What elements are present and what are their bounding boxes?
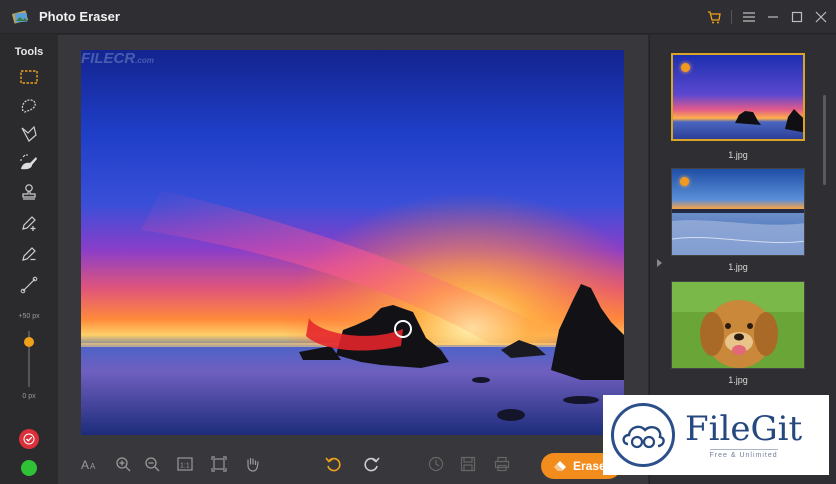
thumbnail-2[interactable]	[671, 168, 805, 256]
print-icon[interactable]	[493, 455, 511, 473]
thumbnail-label: 1.jpg	[728, 150, 748, 160]
fit-icon[interactable]	[210, 455, 228, 473]
save-icon[interactable]	[459, 455, 477, 473]
divider	[731, 10, 732, 24]
text-size-icon[interactable]: AA	[81, 455, 99, 473]
svg-text:1:1: 1:1	[180, 463, 190, 470]
thumbnail-1[interactable]	[671, 53, 805, 141]
minimize-icon[interactable]	[766, 10, 780, 24]
thumbnail-scrollbar[interactable]	[823, 95, 826, 185]
status-dot	[680, 177, 689, 186]
hand-icon[interactable]	[243, 455, 261, 473]
close-icon[interactable]	[814, 10, 828, 24]
filegit-text: FileGit Free & Unlimited	[685, 411, 802, 459]
tools-label: Tools	[14, 46, 44, 58]
window-controls	[707, 0, 828, 34]
stamp-icon[interactable]	[19, 182, 39, 202]
canvas-area: FILECR.com AA 1:1 Erase	[58, 35, 648, 484]
watermark: FILECR.com	[81, 50, 154, 67]
brush-size-slider-thumb[interactable]	[24, 337, 34, 348]
app-logo-icon	[11, 9, 31, 25]
filegit-logo-icon	[611, 403, 675, 467]
zoom-out-icon[interactable]	[143, 455, 161, 473]
title-bar: Photo Eraser	[0, 0, 836, 34]
redo-icon[interactable]	[363, 455, 381, 473]
zoom-in-icon[interactable]	[114, 455, 132, 473]
maximize-icon[interactable]	[790, 10, 804, 24]
erase-button-label: Erase	[573, 459, 606, 473]
filegit-badge: FileGit Free & Unlimited	[603, 395, 829, 475]
confirm-button[interactable]	[19, 429, 39, 449]
check-icon	[23, 433, 35, 445]
tools-panel: Tools +50 px 0 px	[0, 35, 58, 484]
undo-icon[interactable]	[324, 455, 342, 473]
lasso-icon[interactable]	[19, 97, 39, 117]
bottom-toolbar: AA 1:1 Erase	[58, 440, 648, 484]
polygon-lasso-icon[interactable]	[19, 124, 39, 144]
actual-size-icon[interactable]: 1:1	[176, 455, 194, 473]
main-photo[interactable]: FILECR.com	[81, 50, 624, 435]
app-title: Photo Eraser	[39, 9, 120, 24]
svg-text:A: A	[81, 458, 89, 471]
filegit-tagline: Free & Unlimited	[709, 449, 778, 459]
brush-minus-icon[interactable]	[19, 244, 39, 264]
rectangle-select-icon[interactable]	[19, 67, 39, 87]
thumbnail-label: 1.jpg	[728, 262, 748, 272]
brush-size-max-label: +50 px	[18, 313, 40, 320]
svg-text:A: A	[90, 462, 96, 471]
filegit-name: FileGit	[685, 409, 803, 449]
menu-icon[interactable]	[742, 10, 756, 24]
cart-icon[interactable]	[707, 10, 721, 24]
history-icon[interactable]	[427, 455, 445, 473]
eraser-icon	[554, 461, 566, 471]
thumbnail-label: 1.jpg	[728, 375, 748, 385]
status-indicator[interactable]	[21, 460, 37, 476]
smart-brush-icon[interactable]	[19, 152, 39, 172]
brush-plus-icon[interactable]	[19, 213, 39, 233]
selected-indicator	[681, 63, 690, 72]
thumbnail-3[interactable]	[671, 281, 805, 369]
line-icon[interactable]	[19, 275, 39, 295]
collapse-arrow-icon[interactable]	[657, 259, 662, 267]
brush-size-min-label: 0 px	[22, 393, 36, 400]
